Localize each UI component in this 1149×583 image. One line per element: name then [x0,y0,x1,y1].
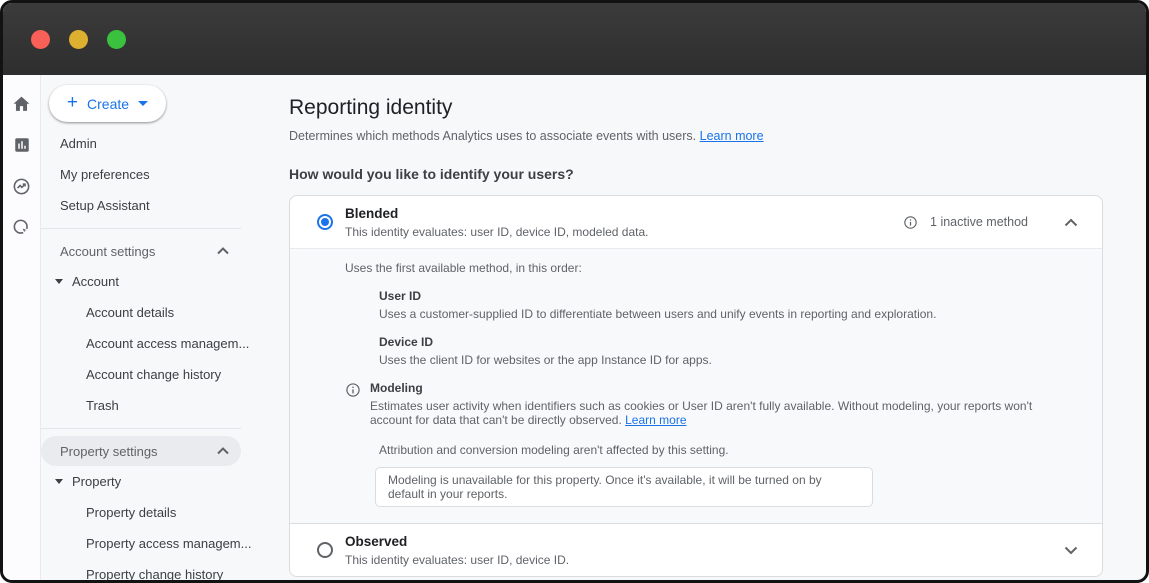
create-button-label: Create [87,96,129,112]
learn-more-link[interactable]: Learn more [700,129,764,143]
app-window: + Create Admin My preferences Setup Assi… [0,0,1149,583]
sidebar-item-account-details[interactable]: Account details [41,297,285,328]
identify-users-question: How would you like to identify your user… [289,166,1103,182]
sidebar-item-setup-assistant[interactable]: Setup Assistant [41,190,285,221]
info-icon [345,382,361,398]
sidebar-item-property-change-history[interactable]: Property change history [41,559,285,583]
method-user-id: User ID Uses a customer-supplied ID to d… [379,289,1078,321]
admin-sidebar: + Create Admin My preferences Setup Assi… [41,75,285,580]
window-titlebar [3,3,1146,75]
sidebar-item-account[interactable]: Account [41,266,285,297]
sidebar-item-property[interactable]: Property [41,466,285,497]
page-title: Reporting identity [289,96,1103,120]
page-subtitle: Determines which methods Analytics uses … [289,129,1103,143]
blended-option-text: Blended This identity evaluates: user ID… [345,206,649,239]
sidebar-item-label: Account [72,274,119,289]
minimize-window-button[interactable] [69,30,88,49]
expander-triangle-icon[interactable] [55,479,63,484]
method-device-id: Device ID Uses the client ID for website… [379,335,1078,367]
observed-option-right [1064,546,1078,555]
advertising-icon[interactable] [12,217,32,237]
section-header-label: Account settings [60,244,155,259]
attribution-note: Attribution and conversion modeling aren… [379,443,1078,457]
expander-triangle-icon[interactable] [55,279,63,284]
blended-expanded-details: Uses the first available method, in this… [290,248,1102,524]
maximize-window-button[interactable] [107,30,126,49]
chevron-up-icon [217,247,229,255]
sidebar-item-my-preferences[interactable]: My preferences [41,159,285,190]
sidebar-divider [41,228,241,229]
sidebar-item-property-access-management[interactable]: Property access managem... [41,528,285,559]
sidebar-item-account-change-history[interactable]: Account change history [41,359,285,390]
home-icon[interactable] [12,94,32,114]
blended-option-label: Blended [345,206,649,221]
info-icon[interactable] [903,215,918,230]
method-description: Uses a customer-supplied ID to different… [379,307,1078,321]
observed-option-label: Observed [345,534,569,549]
section-header-property-settings[interactable]: Property settings [41,436,241,466]
close-window-button[interactable] [31,30,50,49]
blended-option-header[interactable]: Blended This identity evaluates: user ID… [290,196,1102,248]
blended-radio[interactable] [317,214,333,230]
sidebar-item-trash[interactable]: Trash [41,390,285,421]
observed-option-text: Observed This identity evaluates: user I… [345,534,569,567]
observed-option-description: This identity evaluates: user ID, device… [345,553,569,567]
page-subtitle-text: Determines which methods Analytics uses … [289,129,696,143]
section-header-account-settings[interactable]: Account settings [41,236,241,266]
nav-rail [3,75,41,580]
app-body: + Create Admin My preferences Setup Assi… [3,75,1146,580]
modeling-description: Estimates user activity when identifiers… [370,399,1070,427]
method-name: Modeling [370,381,1070,395]
methods-intro: Uses the first available method, in this… [345,261,1078,275]
sidebar-divider [41,428,241,429]
create-button[interactable]: + Create [49,85,166,122]
blended-option-description: This identity evaluates: user ID, device… [345,225,649,239]
sidebar-item-admin[interactable]: Admin [41,128,285,159]
observed-option-header[interactable]: Observed This identity evaluates: user I… [290,524,1102,576]
reporting-identity-card: Blended This identity evaluates: user ID… [289,195,1103,577]
chevron-down-icon [138,101,148,106]
collapse-chevron-up-icon[interactable] [1064,218,1078,227]
modeling-text: Modeling Estimates user activity when id… [370,381,1070,427]
method-modeling: Modeling Estimates user activity when id… [345,381,1078,427]
sidebar-item-label: Property [72,474,121,489]
plus-icon: + [67,93,78,112]
section-header-label: Property settings [60,444,158,459]
learn-more-link[interactable]: Learn more [625,413,686,427]
modeling-description-text: Estimates user activity when identifiers… [370,399,1032,427]
observed-radio[interactable] [317,542,333,558]
blended-option-right: 1 inactive method [903,215,1078,230]
method-description: Uses the client ID for websites or the a… [379,353,1078,367]
reports-icon[interactable] [12,135,32,155]
method-name: Device ID [379,335,1078,349]
explore-icon[interactable] [12,176,32,196]
expand-chevron-down-icon[interactable] [1064,546,1078,555]
inactive-method-badge: 1 inactive method [930,215,1028,229]
modeling-status-box: Modeling is unavailable for this propert… [375,467,873,507]
main-content: Reporting identity Determines which meth… [285,75,1146,580]
sidebar-item-property-details[interactable]: Property details [41,497,285,528]
sidebar-item-account-access-management[interactable]: Account access managem... [41,328,285,359]
chevron-up-icon [217,447,229,455]
method-name: User ID [379,289,1078,303]
